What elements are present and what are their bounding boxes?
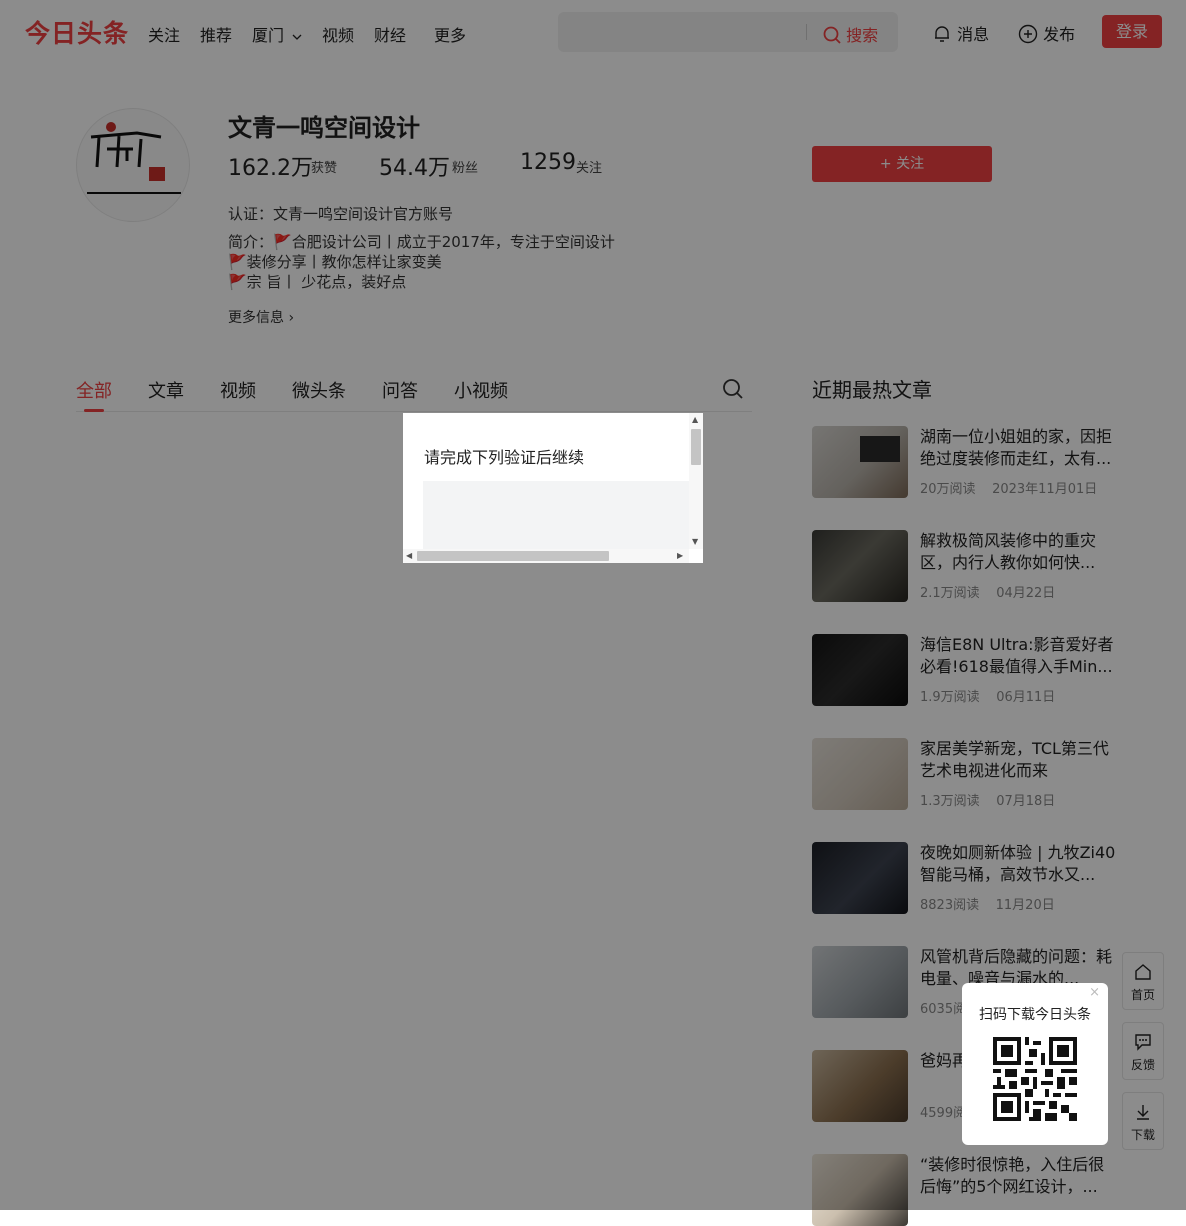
scroll-down-icon[interactable]: ▼ [692,537,698,546]
scroll-up-icon[interactable]: ▲ [692,415,698,424]
verification-dialog: 请完成下列验证后继续 ▲ ▼ ◀ ▶ [403,413,703,563]
qr-title: 扫码下载今日头条 [979,1007,1091,1023]
horizontal-scroll-thumb[interactable] [417,551,609,561]
vertical-scrollbar[interactable]: ▲ ▼ [689,413,703,549]
horizontal-scrollbar[interactable]: ◀ ▶ [403,549,689,563]
scroll-left-icon[interactable]: ◀ [406,551,412,560]
close-icon[interactable]: × [1089,985,1100,1000]
scroll-right-icon[interactable]: ▶ [677,551,683,560]
vertical-scroll-thumb[interactable] [691,429,701,465]
dialog-title: 请完成下列验证后继续 [424,448,585,467]
qr-download-popup: × 扫码下载今日头条 [962,983,1108,1145]
qr-code-icon [993,1037,1077,1121]
captcha-frame[interactable] [423,481,689,549]
